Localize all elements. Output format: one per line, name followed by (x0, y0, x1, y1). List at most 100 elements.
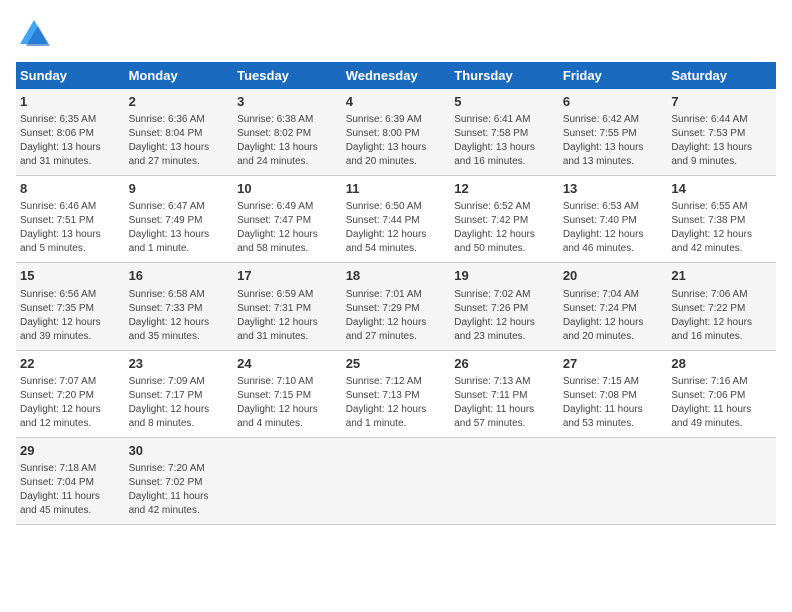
day-cell: 2Sunrise: 6:36 AM Sunset: 8:04 PM Daylig… (125, 89, 234, 176)
day-number: 14 (671, 180, 772, 198)
day-number: 21 (671, 267, 772, 285)
week-row-1: 1Sunrise: 6:35 AM Sunset: 8:06 PM Daylig… (16, 89, 776, 176)
column-header-friday: Friday (559, 62, 668, 89)
day-cell: 4Sunrise: 6:39 AM Sunset: 8:00 PM Daylig… (342, 89, 451, 176)
day-cell: 6 Sunrise: 6:42 AM Sunset: 7:55 PM Daylig… (559, 89, 668, 176)
day-number: 4 (346, 93, 447, 111)
day-number: 22 (20, 355, 121, 373)
logo (16, 16, 58, 52)
day-info: Sunrise: 6:50 AM Sunset: 7:44 PM Dayligh… (346, 200, 447, 256)
week-row-5: 29 Sunrise: 7:18 AM Sunset: 7:04 PM Dayli… (16, 437, 776, 524)
column-header-saturday: Saturday (667, 62, 776, 89)
day-number: 13 (563, 180, 664, 198)
day-info: Sunrise: 7:20 AM Sunset: 7:02 PM Dayligh… (129, 462, 230, 518)
day-info: Sunrise: 6:46 AM Sunset: 7:51 PM Dayligh… (20, 200, 121, 256)
header (16, 16, 776, 52)
day-info: Sunrise: 6:59 AM Sunset: 7:31 PM Dayligh… (237, 288, 338, 344)
column-header-wednesday: Wednesday (342, 62, 451, 89)
day-info: Sunrise: 6:47 AM Sunset: 7:49 PM Dayligh… (129, 200, 230, 256)
day-cell: 17 Sunrise: 6:59 AM Sunset: 7:31 PM Dayli… (233, 263, 342, 350)
day-info: Sunrise: 6:53 AM Sunset: 7:40 PM Dayligh… (563, 200, 664, 256)
day-cell: 11 Sunrise: 6:50 AM Sunset: 7:44 PM Dayli… (342, 176, 451, 263)
day-number: 20 (563, 267, 664, 285)
day-cell: 10 Sunrise: 6:49 AM Sunset: 7:47 PM Dayli… (233, 176, 342, 263)
day-number: 27 (563, 355, 664, 373)
day-cell: 20 Sunrise: 7:04 AM Sunset: 7:24 PM Dayli… (559, 263, 668, 350)
day-cell: 8 Sunrise: 6:46 AM Sunset: 7:51 PM Daylig… (16, 176, 125, 263)
day-number: 26 (454, 355, 555, 373)
day-number: 7 (671, 93, 772, 111)
calendar-body: 1Sunrise: 6:35 AM Sunset: 8:06 PM Daylig… (16, 89, 776, 524)
day-info: Sunrise: 6:44 AM Sunset: 7:53 PM Dayligh… (671, 113, 772, 169)
day-number: 9 (129, 180, 230, 198)
day-cell: 26 Sunrise: 7:13 AM Sunset: 7:11 PM Dayli… (450, 350, 559, 437)
day-number: 10 (237, 180, 338, 198)
day-number: 24 (237, 355, 338, 373)
day-cell: 5 Sunrise: 6:41 AM Sunset: 7:58 PM Daylig… (450, 89, 559, 176)
week-row-2: 8 Sunrise: 6:46 AM Sunset: 7:51 PM Daylig… (16, 176, 776, 263)
day-cell: 14 Sunrise: 6:55 AM Sunset: 7:38 PM Dayli… (667, 176, 776, 263)
day-info: Sunrise: 6:38 AM Sunset: 8:02 PM Dayligh… (237, 113, 338, 169)
week-row-3: 15 Sunrise: 6:56 AM Sunset: 7:35 PM Dayli… (16, 263, 776, 350)
column-header-sunday: Sunday (16, 62, 125, 89)
day-number: 28 (671, 355, 772, 373)
day-cell: 7 Sunrise: 6:44 AM Sunset: 7:53 PM Daylig… (667, 89, 776, 176)
day-number: 25 (346, 355, 447, 373)
day-info: Sunrise: 7:16 AM Sunset: 7:06 PM Dayligh… (671, 375, 772, 431)
day-info: Sunrise: 7:07 AM Sunset: 7:20 PM Dayligh… (20, 375, 121, 431)
day-info: Sunrise: 6:55 AM Sunset: 7:38 PM Dayligh… (671, 200, 772, 256)
day-info: Sunrise: 7:13 AM Sunset: 7:11 PM Dayligh… (454, 375, 555, 431)
day-info: Sunrise: 6:52 AM Sunset: 7:42 PM Dayligh… (454, 200, 555, 256)
day-cell: 13 Sunrise: 6:53 AM Sunset: 7:40 PM Dayli… (559, 176, 668, 263)
day-cell: 3 Sunrise: 6:38 AM Sunset: 8:02 PM Daylig… (233, 89, 342, 176)
day-cell: 16Sunrise: 6:58 AM Sunset: 7:33 PM Dayli… (125, 263, 234, 350)
day-number: 5 (454, 93, 555, 111)
day-info: Sunrise: 7:02 AM Sunset: 7:26 PM Dayligh… (454, 288, 555, 344)
day-cell: 19 Sunrise: 7:02 AM Sunset: 7:26 PM Dayli… (450, 263, 559, 350)
column-header-tuesday: Tuesday (233, 62, 342, 89)
day-cell: 25Sunrise: 7:12 AM Sunset: 7:13 PM Dayli… (342, 350, 451, 437)
day-number: 18 (346, 267, 447, 285)
day-info: Sunrise: 6:56 AM Sunset: 7:35 PM Dayligh… (20, 288, 121, 344)
day-cell: 18 Sunrise: 7:01 AM Sunset: 7:29 PM Dayli… (342, 263, 451, 350)
day-number: 19 (454, 267, 555, 285)
day-number: 23 (129, 355, 230, 373)
day-cell: 12 Sunrise: 6:52 AM Sunset: 7:42 PM Dayli… (450, 176, 559, 263)
day-cell: 24 Sunrise: 7:10 AM Sunset: 7:15 PM Dayli… (233, 350, 342, 437)
day-info: Sunrise: 7:09 AM Sunset: 7:17 PM Dayligh… (129, 375, 230, 431)
day-number: 6 (563, 93, 664, 111)
day-number: 17 (237, 267, 338, 285)
day-cell: 22 Sunrise: 7:07 AM Sunset: 7:20 PM Dayli… (16, 350, 125, 437)
day-number: 11 (346, 180, 447, 198)
day-number: 15 (20, 267, 121, 285)
day-info: Sunrise: 6:58 AM Sunset: 7:33 PM Dayligh… (129, 288, 230, 344)
day-info: Sunrise: 7:18 AM Sunset: 7:04 PM Dayligh… (20, 462, 121, 518)
day-info: Sunrise: 7:01 AM Sunset: 7:29 PM Dayligh… (346, 288, 447, 344)
day-cell: 27 Sunrise: 7:15 AM Sunset: 7:08 PM Dayli… (559, 350, 668, 437)
column-header-thursday: Thursday (450, 62, 559, 89)
day-cell (450, 437, 559, 524)
day-cell: 21Sunrise: 7:06 AM Sunset: 7:22 PM Dayli… (667, 263, 776, 350)
week-row-4: 22 Sunrise: 7:07 AM Sunset: 7:20 PM Dayli… (16, 350, 776, 437)
day-info: Sunrise: 6:49 AM Sunset: 7:47 PM Dayligh… (237, 200, 338, 256)
day-cell: 29 Sunrise: 7:18 AM Sunset: 7:04 PM Dayli… (16, 437, 125, 524)
logo-icon (16, 16, 52, 52)
day-info: Sunrise: 7:04 AM Sunset: 7:24 PM Dayligh… (563, 288, 664, 344)
day-info: Sunrise: 7:10 AM Sunset: 7:15 PM Dayligh… (237, 375, 338, 431)
day-number: 30 (129, 442, 230, 460)
day-info: Sunrise: 7:15 AM Sunset: 7:08 PM Dayligh… (563, 375, 664, 431)
calendar-table: SundayMondayTuesdayWednesdayThursdayFrid… (16, 62, 776, 525)
day-info: Sunrise: 6:42 AM Sunset: 7:55 PM Dayligh… (563, 113, 664, 169)
day-cell: 1Sunrise: 6:35 AM Sunset: 8:06 PM Daylig… (16, 89, 125, 176)
day-info: Sunrise: 6:41 AM Sunset: 7:58 PM Dayligh… (454, 113, 555, 169)
day-number: 3 (237, 93, 338, 111)
day-number: 1 (20, 93, 121, 111)
day-number: 12 (454, 180, 555, 198)
column-header-monday: Monday (125, 62, 234, 89)
day-number: 8 (20, 180, 121, 198)
day-cell: 9 Sunrise: 6:47 AM Sunset: 7:49 PM Daylig… (125, 176, 234, 263)
day-cell (667, 437, 776, 524)
day-cell: 23 Sunrise: 7:09 AM Sunset: 7:17 PM Dayli… (125, 350, 234, 437)
day-number: 29 (20, 442, 121, 460)
day-cell (342, 437, 451, 524)
